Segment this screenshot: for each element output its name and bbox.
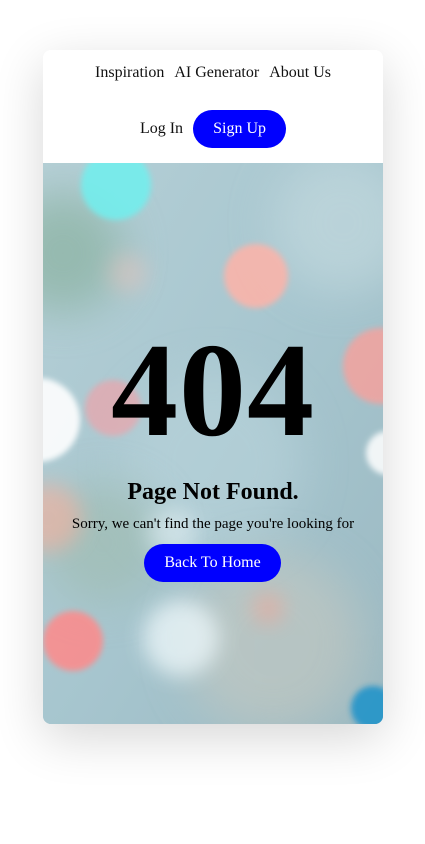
nav-link-inspiration[interactable]: Inspiration — [95, 64, 164, 81]
nav-link-ai-generator[interactable]: AI Generator — [174, 64, 259, 81]
page-card: Inspiration AI Generator About Us Log In… — [43, 50, 383, 724]
back-to-home-button[interactable]: Back To Home — [144, 544, 281, 582]
login-link[interactable]: Log In — [140, 120, 183, 138]
signup-button[interactable]: Sign Up — [193, 110, 287, 148]
nav-link-about-us[interactable]: About Us — [269, 64, 331, 81]
error-message: Sorry, we can't find the page you're loo… — [71, 516, 355, 532]
nav-links: Inspiration AI Generator About Us — [43, 64, 383, 82]
auth-actions: Log In Sign Up — [43, 110, 383, 148]
error-title: Page Not Found. — [127, 479, 299, 505]
top-nav: Inspiration AI Generator About Us Log In… — [43, 50, 383, 163]
error-code: 404 — [111, 316, 315, 464]
error-hero: 404 Page Not Found. Sorry, we can't find… — [43, 163, 383, 724]
